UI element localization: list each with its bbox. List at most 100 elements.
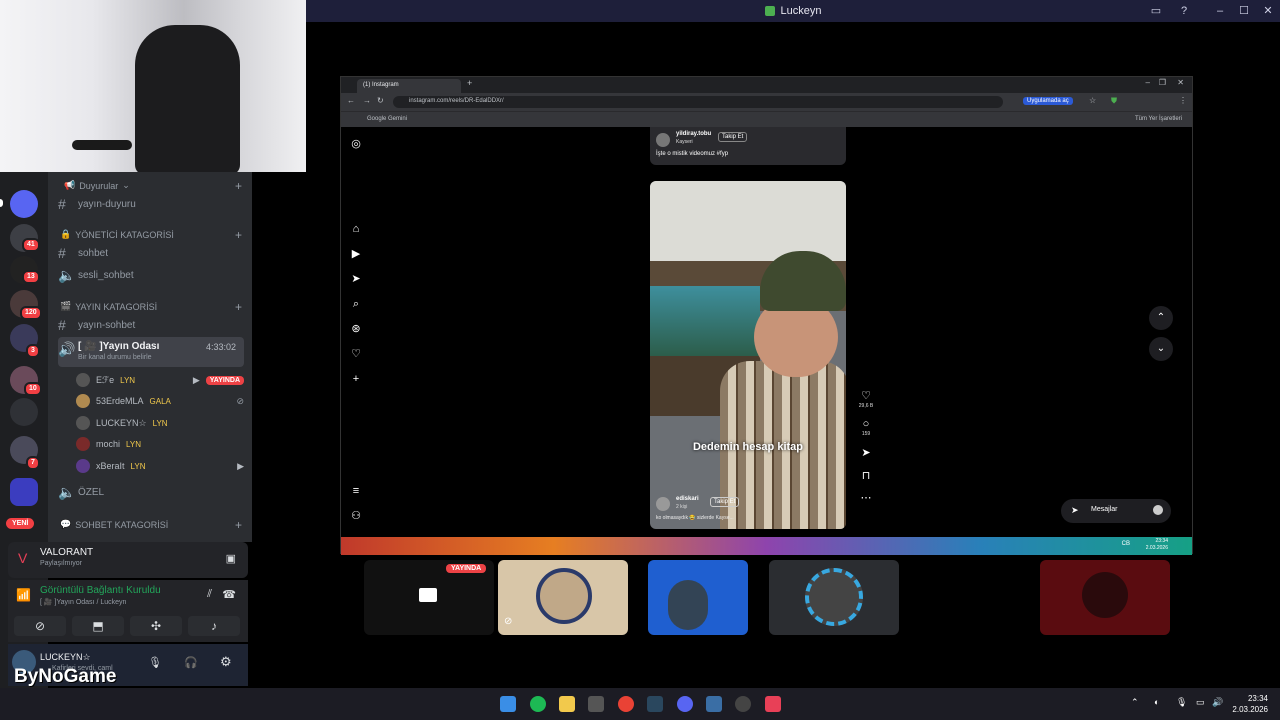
screen-icon[interactable]: ▭ (1148, 3, 1164, 19)
add-channel-icon[interactable]: + (235, 228, 242, 242)
tray-chevron-icon[interactable]: ⌃ (1131, 697, 1139, 708)
discord-icon[interactable] (677, 696, 693, 712)
microphone-icon[interactable]: 🎙 (1176, 697, 1187, 708)
microphone-icon[interactable]: 🎙 (148, 656, 162, 669)
channel-sesli-sohbet[interactable]: 🔈 sesli_sohbet (58, 265, 244, 285)
voice-user[interactable]: LUCKEYN☆ LYN (76, 413, 244, 433)
start-icon[interactable] (500, 696, 516, 712)
follow-button[interactable]: Takip Et (718, 132, 748, 142)
save-icon[interactable]: ⊓ (859, 469, 873, 482)
send-icon[interactable]: ➤ (349, 272, 363, 286)
steam-tray-icon[interactable]: ◐ (1154, 697, 1159, 707)
spotify-icon[interactable] (530, 696, 546, 712)
open-in-app-button[interactable]: Uygulamada aç (1023, 97, 1073, 105)
add-channel-icon[interactable]: + (235, 300, 242, 314)
restore-icon[interactable]: ❐ (1159, 78, 1166, 87)
folder-icon[interactable] (10, 478, 38, 506)
app-icon[interactable] (706, 696, 722, 712)
chevron-down-icon: ⌄ (122, 180, 130, 190)
close-icon[interactable]: ✕ (1177, 78, 1184, 87)
server-folder-icon[interactable] (10, 398, 38, 426)
voice-user[interactable]: Eℱe LYN ▶ YAYINDA (76, 370, 244, 390)
folder-icon[interactable] (559, 696, 575, 712)
url-input[interactable]: instagram.com/reels/DR-EdalDDXr/ (393, 96, 1003, 108)
screen-share-button[interactable]: ⬒ (72, 616, 124, 636)
category-admin[interactable]: 🔒 YÖNETİCİ KATAGORİSİ + (60, 228, 242, 242)
chrome-icon[interactable] (618, 696, 634, 712)
valorant-icon[interactable] (765, 696, 781, 712)
stream-tile[interactable]: ⊘ (498, 560, 628, 635)
share-screen-icon[interactable]: ▣ (226, 552, 236, 565)
reels-icon[interactable]: ▶ (349, 247, 363, 261)
close-button[interactable]: ✕ (1260, 3, 1276, 19)
settings-gear-icon[interactable]: ⚙ (220, 654, 232, 670)
channel-sohbet[interactable]: # sohbet (58, 243, 244, 263)
minimize-button[interactable]: – (1212, 3, 1228, 19)
next-reel-button[interactable]: ⌄ (1149, 337, 1173, 361)
add-channel-icon[interactable]: + (235, 179, 242, 193)
disconnect-icon[interactable]: ☎ (222, 588, 236, 601)
system-clock[interactable]: 23:34 2.03.2026 (1232, 693, 1268, 715)
activities-button[interactable]: ✣ (130, 616, 182, 636)
obs-icon[interactable] (735, 696, 751, 712)
menu-icon[interactable]: ≡ (349, 484, 363, 498)
instagram-icon[interactable]: ◎ (349, 137, 363, 151)
reel-username[interactable]: yildiray.tobu (676, 131, 711, 137)
maximize-button[interactable]: ☐ (1236, 3, 1252, 19)
more-icon[interactable]: ⋯ (859, 491, 873, 504)
category-chat[interactable]: 💬 SOHBET KATAGORİSİ + (60, 518, 242, 532)
messages-button[interactable]: ➤ Mesajlar (1061, 499, 1171, 523)
follow-button[interactable]: Takip Et (710, 497, 740, 507)
voice-channel-yayin-odasi[interactable]: 🔊 [ 🎥 ]Yayın Odası 4:33:02 Bir kanal dur… (58, 337, 244, 367)
explore-icon[interactable]: ⊛ (349, 322, 363, 336)
voice-user[interactable]: mochi LYN (76, 434, 244, 454)
previous-reel[interactable]: yildiray.tobu Kayseri Takip Et İşte o mi… (650, 127, 846, 165)
create-icon[interactable]: + (349, 372, 363, 386)
threads-icon[interactable]: ⚇ (349, 509, 363, 523)
stream-tile[interactable] (769, 560, 899, 635)
voice-user[interactable]: xBeraIt LYN ▶ (76, 456, 244, 476)
voice-user[interactable]: 53ErdeMLA GALA ⊘ (76, 391, 244, 411)
stream-tile[interactable] (648, 560, 748, 635)
forward-icon[interactable]: → (363, 96, 371, 105)
browser-tab[interactable]: (1) Instagram (357, 79, 461, 93)
connection-channel[interactable]: [ 🎥 ]Yayın Odası / Luckeyn (40, 598, 126, 606)
network-icon[interactable]: ▭ (1196, 697, 1205, 708)
volume-icon[interactable]: 🔊 (1212, 697, 1223, 708)
headphones-icon[interactable]: 🎧 (184, 656, 198, 669)
stream-tile[interactable]: YAYINDA (364, 560, 494, 635)
reel-username[interactable]: ediskari (676, 496, 699, 502)
steam-icon[interactable] (647, 696, 663, 712)
camera-toggle-button[interactable]: ⊘ (14, 616, 66, 636)
channel-status[interactable]: Bir kanal durumu belirle (78, 354, 152, 361)
search-icon[interactable]: ⌕ (349, 297, 363, 311)
star-icon[interactable]: ☆ (1089, 96, 1096, 105)
channel-yayin-duyuru[interactable]: # yayın-duyuru (58, 194, 244, 214)
comment-icon[interactable]: ○ (859, 418, 873, 430)
new-tab-icon[interactable]: + (467, 78, 472, 88)
menu-icon[interactable]: ⋮ (1179, 96, 1187, 105)
previous-reel-button[interactable]: ⌃ (1149, 306, 1173, 330)
share-icon[interactable]: ➤ (859, 446, 873, 459)
category-stream[interactable]: 🎬 YAYIN KATAGORİSİ + (60, 300, 242, 314)
store-icon[interactable] (588, 696, 604, 712)
channel-yayin-sohbet[interactable]: # yayın-sohbet (58, 315, 244, 335)
heart-icon[interactable]: ♡ (349, 347, 363, 361)
server-icon[interactable] (10, 190, 38, 218)
soundboard-button[interactable]: ♪ (188, 616, 240, 636)
noise-suppression-icon[interactable]: ⫽ (207, 588, 212, 601)
home-icon[interactable]: ⌂ (349, 222, 363, 236)
back-icon[interactable]: ← (347, 96, 355, 105)
reload-icon[interactable]: ↻ (377, 96, 384, 105)
bookmark-gemini[interactable]: Google Gemini (367, 116, 407, 122)
help-icon[interactable]: ? (1176, 3, 1192, 19)
stream-tile[interactable] (1040, 560, 1170, 635)
reel-video[interactable]: Dedemin hesap kitap ediskari 2 kişi Taki… (650, 181, 846, 529)
category-announcements[interactable]: 📢 Duyurular ⌄ + (60, 179, 242, 193)
all-bookmarks[interactable]: Tüm Yer İşaretleri (1135, 116, 1182, 122)
minimize-icon[interactable]: – (1146, 78, 1150, 87)
like-icon[interactable]: ♡ (859, 389, 873, 402)
add-channel-icon[interactable]: + (235, 518, 242, 532)
channel-ozel[interactable]: 🔈 ÖZEL (58, 482, 244, 502)
shield-icon[interactable]: ⛊ (1111, 96, 1117, 106)
